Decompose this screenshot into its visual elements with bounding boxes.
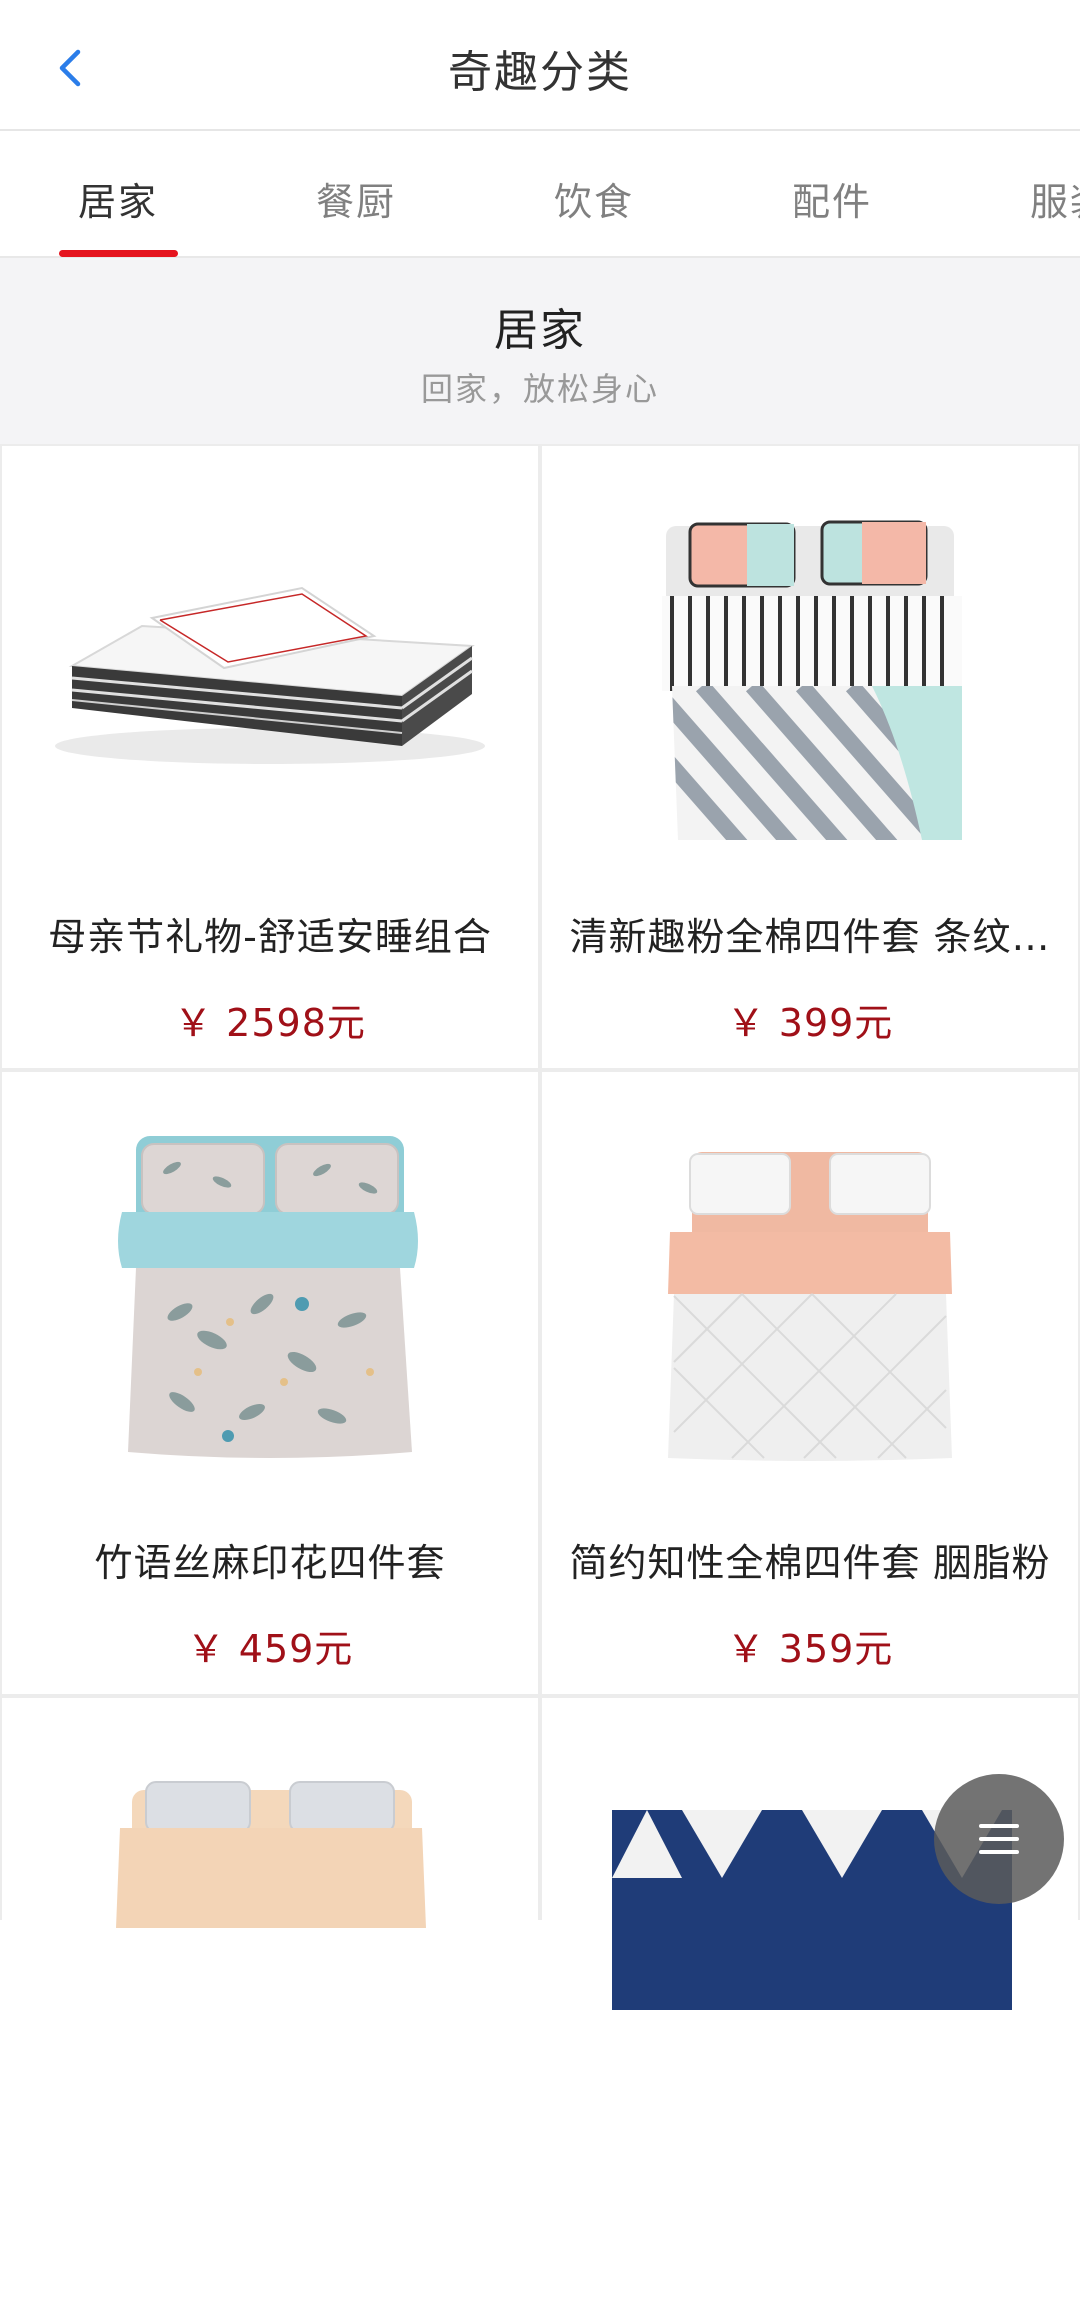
product-image [668, 1152, 952, 1461]
product-price: ￥ 2598元 [174, 1001, 366, 1045]
product-name: 母亲节礼物-舒适安睡组合 [48, 915, 492, 959]
product-card[interactable]: 简约知性全棉四件套 胭脂粉 ￥ 359元 [542, 1072, 1078, 1694]
tab-food[interactable]: 饮食 [554, 171, 634, 226]
product-price: ￥ 359元 [726, 1627, 894, 1671]
top-nav-bar: 奇趣分类 [0, 0, 1080, 131]
product-name: 简约知性全棉四件套 胭脂粉 [569, 1541, 1051, 1585]
category-tabs: 居家 餐厨 饮食 配件 服装 [0, 131, 1080, 258]
product-image [55, 586, 485, 764]
active-tab-indicator [59, 250, 178, 257]
product-price: ￥ 399元 [726, 1001, 894, 1045]
section-subtitle: 回家，放松身心 [420, 370, 659, 408]
product-card[interactable] [2, 1698, 538, 2320]
product-image [612, 1810, 1012, 2010]
page-title: 奇趣分类 [448, 47, 632, 98]
product-grid: 母亲节礼物-舒适安睡组合 ￥ 2598元 清新趣粉全棉四件套 条纹… ￥ 399… [0, 444, 1080, 2320]
tab-clothing[interactable]: 服装 [1030, 171, 1080, 226]
tab-kitchen[interactable]: 餐厨 [316, 171, 396, 226]
hamburger-menu-icon [979, 1824, 1019, 1854]
product-image [662, 520, 962, 840]
product-name: 竹语丝麻印花四件套 [94, 1541, 446, 1585]
floating-menu-button[interactable] [934, 1774, 1064, 1904]
product-card[interactable]: 清新趣粉全棉四件套 条纹… ￥ 399元 [542, 446, 1078, 1068]
section-title: 居家 [494, 305, 586, 356]
product-card[interactable]: 母亲节礼物-舒适安睡组合 ￥ 2598元 [2, 446, 538, 1068]
product-card[interactable]: 竹语丝麻印花四件套 ￥ 459元 [2, 1072, 538, 1694]
section-header: 居家 回家，放松身心 [0, 258, 1080, 444]
product-price: ￥ 459元 [186, 1627, 354, 1671]
product-image [118, 1136, 418, 1458]
product-name: 清新趣粉全棉四件套 条纹… [569, 915, 1051, 959]
product-image [116, 1781, 426, 1928]
tab-accessories[interactable]: 配件 [792, 171, 872, 226]
tab-home[interactable]: 居家 [78, 171, 158, 226]
